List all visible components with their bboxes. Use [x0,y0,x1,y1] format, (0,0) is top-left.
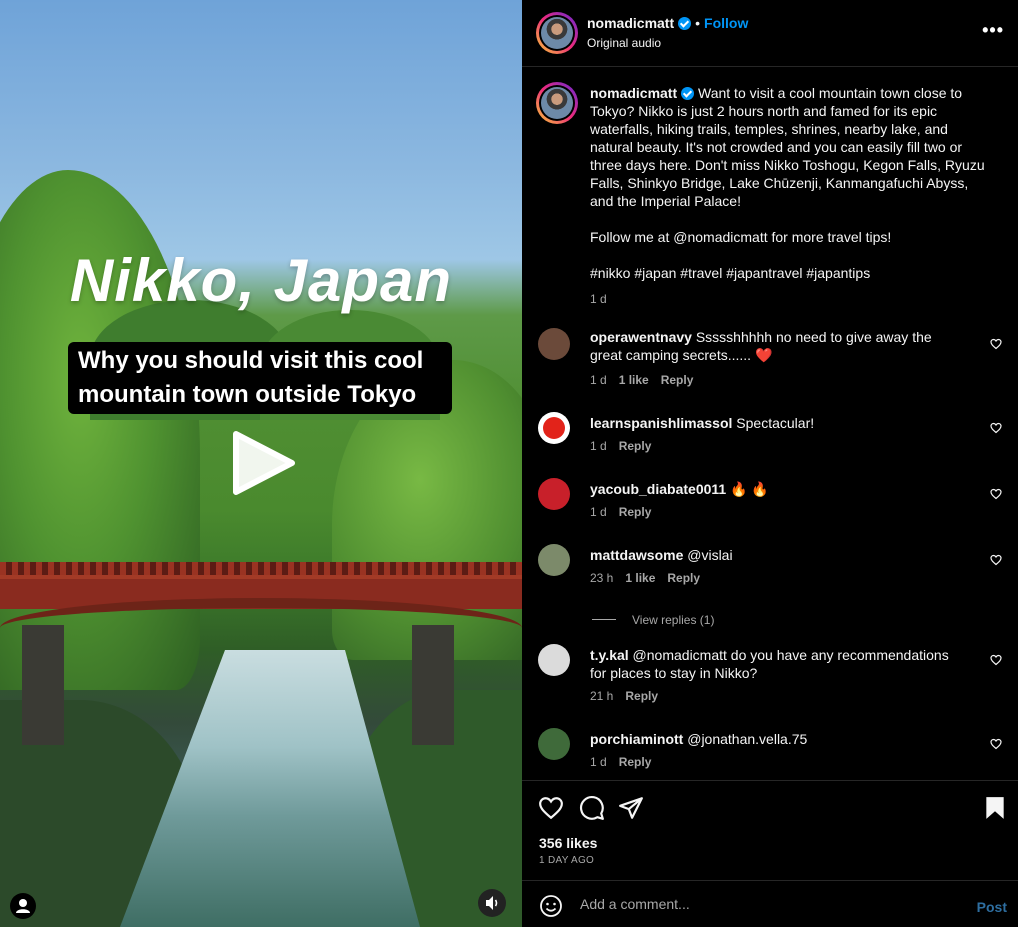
author-avatar[interactable] [536,12,578,54]
share-icon[interactable] [618,795,644,821]
caption-follow-text: Follow me at @nomadicmatt for more trave… [590,229,892,245]
comment-time: 21 h [590,689,614,703]
post-panel: nomadicmatt • Follow Original audio ••• no… [522,0,1018,927]
reply-button[interactable]: Reply [619,505,652,519]
comment-time: 1 d [590,439,607,453]
audio-link[interactable]: Original audio [587,36,661,50]
comment-text: 🔥 🔥 [730,481,769,497]
comment-time: 23 h [590,571,614,585]
caption-hashtags: #nikko #japan #travel #japantravel #japa… [590,265,871,281]
likes-count[interactable]: 356 likes [539,835,597,851]
commenter-username[interactable]: porchiaminott [590,731,683,747]
comment-time: 1 d [590,505,607,519]
commenter-avatar[interactable] [538,328,570,360]
commenter-username[interactable]: operawentnavy [590,329,692,345]
reply-button[interactable]: Reply [619,755,652,769]
caption-username[interactable]: nomadicmatt [590,85,677,101]
follow-button[interactable]: Follow [704,15,748,31]
author-username[interactable]: nomadicmatt [587,15,674,31]
comment-input[interactable] [578,895,938,913]
reply-button[interactable]: Reply [619,439,652,453]
caption-text: Want to visit a cool mountain town close… [590,85,985,209]
post-header: nomadicmatt • Follow Original audio ••• [522,0,1018,67]
tagged-user-icon[interactable] [10,893,36,919]
save-bookmark-icon[interactable] [982,795,1008,821]
commenter-username[interactable]: t.y.kal [590,647,629,663]
caption-avatar[interactable] [536,82,578,124]
caption-time: 1 d [590,292,607,306]
reply-button[interactable]: Reply [667,571,700,585]
comment-likes[interactable]: 1 like [625,571,655,585]
comment-time: 1 d [590,755,607,769]
like-comment-icon[interactable] [990,488,1002,500]
separator-dot: • [695,15,701,31]
commenter-avatar[interactable] [538,544,570,576]
comment-likes[interactable]: 1 like [619,373,649,387]
comment-text: @vislai [687,547,733,563]
more-options-icon[interactable]: ••• [982,20,1004,41]
emoji-icon[interactable] [539,894,563,918]
comment-text: @nomadicmatt do you have any recommendat… [590,647,949,681]
view-replies-button[interactable]: View replies (1) [592,613,714,627]
comment-time: 1 d [590,373,607,387]
post-time: 1 DAY AGO [539,855,595,866]
like-comment-icon[interactable] [990,654,1002,666]
comment-text: Spectacular! [736,415,815,431]
commenter-username[interactable]: learnspanishlimassol [590,415,732,431]
comments-scroll[interactable]: nomadicmatt Want to visit a cool mountai… [522,68,1018,780]
post-actions: 356 likes 1 DAY AGO [522,780,1018,880]
like-comment-icon[interactable] [990,738,1002,750]
like-comment-icon[interactable] [990,338,1002,350]
video-subtitle-overlay: Why you should visit this cool mountain … [68,342,452,414]
like-comment-icon[interactable] [990,422,1002,434]
reply-button[interactable]: Reply [625,689,658,703]
caption: nomadicmatt Want to visit a cool mountai… [590,84,990,308]
commenter-avatar[interactable] [538,412,570,444]
bridge-pillar [412,625,454,745]
video-title-overlay: Nikko, Japan [69,247,453,314]
play-icon[interactable] [228,430,298,496]
reply-button[interactable]: Reply [661,373,694,387]
commenter-avatar[interactable] [538,478,570,510]
comment-icon[interactable] [579,795,605,821]
verified-badge-icon [678,17,692,30]
commenter-avatar[interactable] [538,644,570,676]
post-comment-button[interactable]: Post [977,899,1007,915]
bridge-railing [0,562,522,576]
commenter-username[interactable]: mattdawsome [590,547,683,563]
verified-badge-icon [681,87,695,100]
comment-text: @jonathan.vella.75 [687,731,808,747]
like-comment-icon[interactable] [990,554,1002,566]
like-icon[interactable] [538,795,564,821]
add-comment-bar: Post [522,880,1018,927]
video-player[interactable]: Nikko, Japan Why you should visit this c… [0,0,522,927]
audio-toggle-icon[interactable] [478,889,506,917]
commenter-avatar[interactable] [538,728,570,760]
commenter-username[interactable]: yacoub_diabate0011 [590,481,726,497]
bridge-pillar [22,625,64,745]
